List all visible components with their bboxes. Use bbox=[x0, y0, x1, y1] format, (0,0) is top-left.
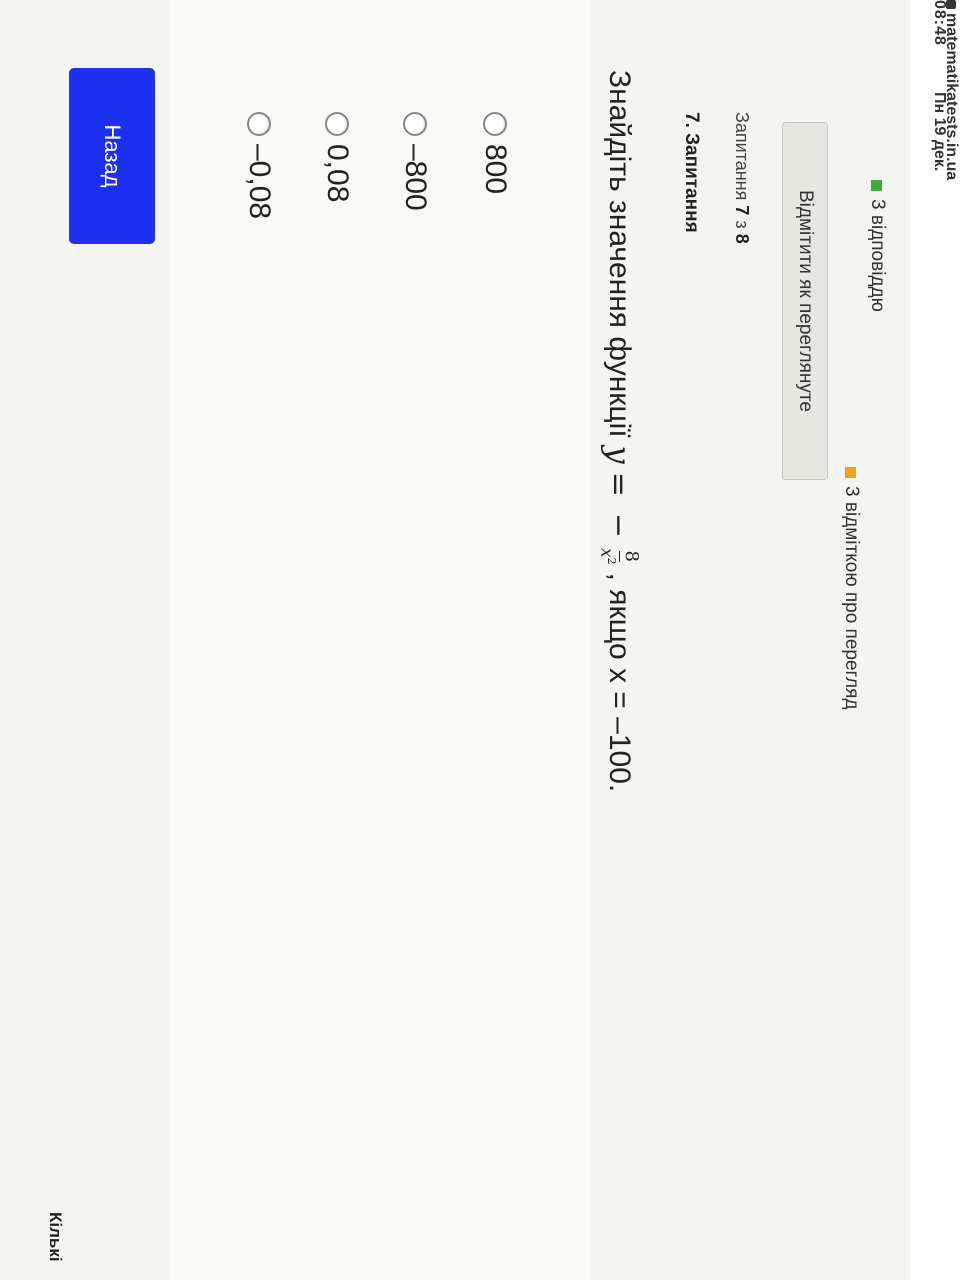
screen: 08:48 Пн 19 дек. matematikatests.in.ua 3… bbox=[0, 0, 960, 1280]
fraction-denominator-base: x bbox=[596, 547, 617, 558]
question-text: Знайдіть значення функції y = − 8 x2 , я… bbox=[596, 70, 642, 793]
question-counter-total: 8 bbox=[732, 233, 752, 244]
legend-answered-label: 3 відповіддю bbox=[867, 199, 888, 312]
question-title: 7. Запитання bbox=[681, 112, 702, 233]
question-counter-prefix: Запитання bbox=[732, 112, 752, 201]
question-text-before: Знайдіть значення функції bbox=[602, 70, 636, 438]
answer-panel: 800 –800 0,08 –0,08 bbox=[170, 0, 590, 1280]
marked-square-icon bbox=[845, 467, 857, 478]
cutoff-label: Кількі bbox=[46, 1212, 65, 1262]
answer-label: 0,08 bbox=[321, 144, 354, 203]
back-button[interactable]: Назад bbox=[69, 68, 155, 244]
formula-equals: = bbox=[601, 471, 637, 497]
radio-button[interactable] bbox=[403, 112, 427, 136]
answer-option[interactable]: 800 bbox=[478, 112, 512, 194]
legend-answered: 3 відповіддю bbox=[866, 180, 888, 312]
fraction-denominator: x2 bbox=[596, 547, 619, 565]
formula-fraction: 8 x2 bbox=[596, 547, 642, 565]
legend: 3 відповіддю bbox=[866, 180, 888, 334]
answer-label: –800 bbox=[399, 144, 432, 211]
fraction-denominator-exponent: 2 bbox=[605, 557, 618, 565]
radio-button[interactable] bbox=[247, 112, 271, 136]
mark-reviewed-button[interactable]: Відмітити як переглянуте bbox=[782, 122, 828, 480]
answer-option[interactable]: –800 bbox=[398, 112, 432, 211]
question-counter-current: 7 bbox=[732, 205, 752, 216]
legend-marked: 3 відміткою про перегляд bbox=[840, 467, 862, 710]
lock-icon bbox=[946, 0, 956, 9]
answer-label: 800 bbox=[479, 144, 512, 195]
address-bar[interactable]: matematikatests.in.ua bbox=[942, 0, 960, 180]
formula-lhs: y bbox=[599, 445, 638, 464]
function-formula: y = − 8 x2 bbox=[596, 445, 642, 565]
answer-option[interactable]: 0,08 bbox=[320, 112, 354, 202]
radio-button[interactable] bbox=[483, 112, 507, 136]
address-url: matematikatests.in.ua bbox=[943, 13, 960, 181]
answer-option[interactable]: –0,08 bbox=[242, 112, 276, 219]
fraction-numerator: 8 bbox=[619, 550, 642, 562]
question-text-after: , якщо х = –100. bbox=[602, 572, 636, 793]
question-counter: Запитання 7 з 8 bbox=[731, 112, 752, 244]
formula-minus: − bbox=[601, 512, 637, 538]
question-counter-sep: з bbox=[732, 220, 752, 229]
answer-label: –0,08 bbox=[243, 144, 276, 220]
answered-square-icon bbox=[871, 180, 883, 191]
radio-button[interactable] bbox=[325, 112, 349, 136]
legend-marked-label: 3 відміткою про перегляд bbox=[841, 486, 862, 710]
status-bar: 08:48 Пн 19 дек. bbox=[910, 0, 960, 1280]
